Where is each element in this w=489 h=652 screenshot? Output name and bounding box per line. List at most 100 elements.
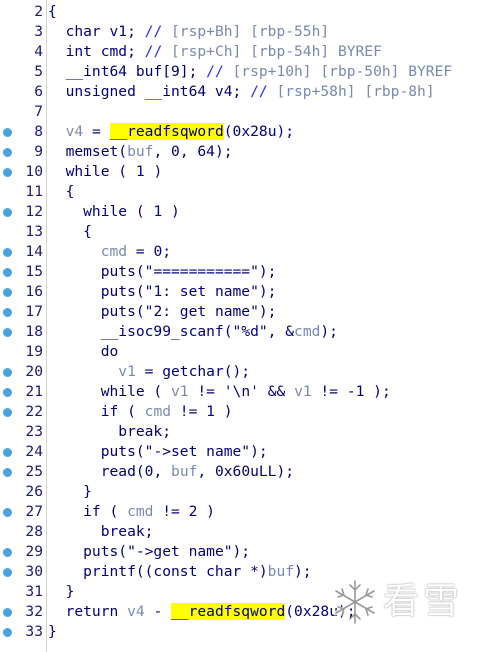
code-text[interactable]: if ( cmd != 1 ) bbox=[48, 402, 233, 422]
code-text[interactable]: cmd = 0; bbox=[48, 242, 171, 262]
line-number: 21 bbox=[25, 383, 43, 400]
code-line[interactable]: 4 int cmd; // [rsp+Ch] [rbp-54h] BYREF bbox=[0, 42, 489, 62]
code-text[interactable]: puts("->get name"); bbox=[48, 542, 250, 562]
code-text[interactable]: __isoc99_scanf("%d", &cmd); bbox=[48, 322, 338, 342]
code-token: v1 bbox=[118, 363, 136, 380]
code-text[interactable]: if ( cmd != 2 ) bbox=[48, 502, 215, 522]
code-line[interactable]: 12 while ( 1 ) bbox=[0, 202, 489, 222]
code-token: { bbox=[48, 3, 57, 20]
code-text[interactable]: } bbox=[48, 482, 92, 502]
code-line[interactable]: 15 puts("==========="); bbox=[0, 262, 489, 282]
code-line[interactable]: 2{ bbox=[0, 2, 489, 22]
code-line[interactable]: 27 if ( cmd != 2 ) bbox=[0, 502, 489, 522]
code-text[interactable]: printf((const char *)buf); bbox=[48, 562, 311, 582]
code-line[interactable]: 25 read(0, buf, 0x60uLL); bbox=[0, 462, 489, 482]
code-text[interactable]: break; bbox=[48, 522, 154, 542]
breakpoint-dot-icon[interactable] bbox=[3, 608, 12, 617]
code-line[interactable]: 8 v4 = __readfsqword(0x28u); bbox=[0, 122, 489, 142]
code-line[interactable]: 3 char v1; // [rsp+Bh] [rbp-55h] bbox=[0, 22, 489, 42]
line-number: 18 bbox=[25, 323, 43, 340]
code-line[interactable]: 14 cmd = 0; bbox=[0, 242, 489, 262]
code-line[interactable]: 20 v1 = getchar(); bbox=[0, 362, 489, 382]
code-text[interactable]: unsigned __int64 v4; // [rsp+58h] [rbp-8… bbox=[48, 82, 435, 102]
code-text[interactable]: while ( 1 ) bbox=[48, 202, 180, 222]
code-text[interactable]: break; bbox=[48, 422, 171, 442]
code-line[interactable]: 17 puts("2: get name"); bbox=[0, 302, 489, 322]
pseudocode-editor[interactable]: 2{3 char v1; // [rsp+Bh] [rbp-55h] 4 int … bbox=[0, 0, 489, 652]
code-line[interactable]: 18 __isoc99_scanf("%d", &cmd); bbox=[0, 322, 489, 342]
code-line[interactable]: 23 break; bbox=[0, 422, 489, 442]
code-text[interactable]: puts("==========="); bbox=[48, 262, 277, 282]
code-line[interactable]: 11 { bbox=[0, 182, 489, 202]
code-text[interactable]: return v4 - __readfsqword(0x28u); bbox=[48, 602, 356, 622]
breakpoint-dot-icon[interactable] bbox=[3, 308, 12, 317]
code-text[interactable]: puts("->set name"); bbox=[48, 442, 268, 462]
breakpoint-dot-icon[interactable] bbox=[3, 568, 12, 577]
breakpoint-dot-icon[interactable] bbox=[3, 448, 12, 457]
code-text[interactable]: v4 = __readfsqword(0x28u); bbox=[48, 122, 294, 142]
code-token: ) bbox=[144, 163, 163, 180]
code-line[interactable]: 19 do bbox=[0, 342, 489, 362]
breakpoint-dot-icon[interactable] bbox=[3, 168, 12, 177]
code-token: puts( bbox=[48, 283, 145, 300]
code-token: ) bbox=[197, 503, 215, 520]
code-text[interactable]: puts("2: get name"); bbox=[48, 302, 277, 322]
code-token: int cmd; bbox=[48, 43, 145, 60]
code-token: // bbox=[144, 43, 172, 60]
breakpoint-dot-icon[interactable] bbox=[3, 148, 12, 157]
code-text[interactable]: while ( v1 != '\n' && v1 != -1 ); bbox=[48, 382, 391, 402]
code-line[interactable]: 21 while ( v1 != '\n' && v1 != -1 ); bbox=[0, 382, 489, 402]
code-line[interactable]: 24 puts("->set name"); bbox=[0, 442, 489, 462]
line-number: 8 bbox=[34, 123, 43, 140]
code-line[interactable]: 5 __int64 buf[9]; // [rsp+10h] [rbp-50h]… bbox=[0, 62, 489, 82]
line-number: 9 bbox=[34, 143, 43, 160]
breakpoint-dot-icon[interactable] bbox=[3, 368, 12, 377]
breakpoint-dot-icon[interactable] bbox=[3, 288, 12, 297]
code-text[interactable]: } bbox=[48, 622, 57, 642]
breakpoint-dot-icon[interactable] bbox=[3, 548, 12, 557]
code-line[interactable]: 10 while ( 1 ) bbox=[0, 162, 489, 182]
code-line[interactable]: 28 break; bbox=[0, 522, 489, 542]
code-line[interactable]: 9 memset(buf, 0, 64); bbox=[0, 142, 489, 162]
code-token: = bbox=[127, 243, 154, 260]
code-line[interactable]: 7 bbox=[0, 102, 489, 122]
breakpoint-dot-icon[interactable] bbox=[3, 508, 12, 517]
code-line[interactable]: 22 if ( cmd != 1 ) bbox=[0, 402, 489, 422]
code-text[interactable]: __int64 buf[9]; // [rsp+10h] [rbp-50h] B… bbox=[48, 62, 453, 82]
code-text[interactable]: do bbox=[48, 342, 119, 362]
code-text[interactable]: puts("1: set name"); bbox=[48, 282, 277, 302]
code-token: buf bbox=[127, 143, 154, 160]
breakpoint-dot-icon[interactable] bbox=[3, 268, 12, 277]
code-line[interactable]: 16 puts("1: set name"); bbox=[0, 282, 489, 302]
code-text[interactable]: while ( 1 ) bbox=[48, 162, 163, 182]
breakpoint-dot-icon[interactable] bbox=[3, 408, 12, 417]
breakpoint-dot-icon[interactable] bbox=[3, 208, 12, 217]
code-token: 0 bbox=[153, 243, 163, 260]
code-token: 1 bbox=[135, 163, 145, 180]
code-token: cmd bbox=[100, 243, 128, 260]
code-text[interactable]: read(0, buf, 0x60uLL); bbox=[48, 462, 294, 482]
code-line[interactable]: 6 unsigned __int64 v4; // [rsp+58h] [rbp… bbox=[0, 82, 489, 102]
breakpoint-dot-icon[interactable] bbox=[3, 388, 12, 397]
code-text[interactable]: v1 = getchar(); bbox=[48, 362, 250, 382]
code-text[interactable]: { bbox=[48, 182, 75, 202]
code-line[interactable]: 29 puts("->get name"); bbox=[0, 542, 489, 562]
code-text[interactable]: } bbox=[48, 582, 75, 602]
breakpoint-dot-icon[interactable] bbox=[3, 628, 12, 637]
breakpoint-dot-icon[interactable] bbox=[3, 128, 12, 137]
code-token: "2: get name" bbox=[144, 303, 259, 320]
code-line[interactable]: 26 } bbox=[0, 482, 489, 502]
code-text[interactable]: int cmd; // [rsp+Ch] [rbp-54h] BYREF bbox=[48, 42, 382, 62]
breakpoint-dot-icon[interactable] bbox=[3, 248, 12, 257]
code-line[interactable]: 13 { bbox=[0, 222, 489, 242]
code-token: __isoc99_scanf( bbox=[48, 323, 233, 340]
code-text[interactable]: { bbox=[48, 222, 92, 242]
code-token: while ( bbox=[48, 203, 154, 220]
code-token: [rsp+10h] [rbp-50h] BYREF bbox=[232, 63, 453, 80]
code-text[interactable]: char v1; // [rsp+Bh] [rbp-55h] bbox=[48, 22, 330, 42]
code-text[interactable]: { bbox=[48, 2, 57, 22]
code-text[interactable]: memset(buf, 0, 64); bbox=[48, 142, 233, 162]
breakpoint-dot-icon[interactable] bbox=[3, 328, 12, 337]
code-token: v4 bbox=[65, 123, 84, 140]
breakpoint-dot-icon[interactable] bbox=[3, 468, 12, 477]
